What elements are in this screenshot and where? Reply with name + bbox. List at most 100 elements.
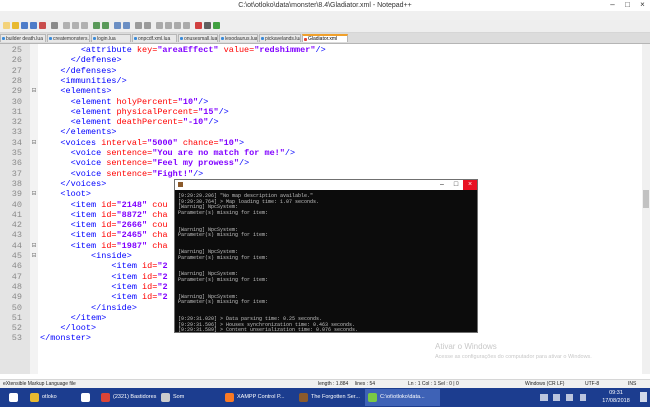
file-tab[interactable]: lesodaurus.lua bbox=[219, 34, 258, 42]
taskbar-app-button[interactable]: The Forgotten Ser... bbox=[296, 389, 364, 406]
minimize-button[interactable]: – bbox=[605, 0, 620, 11]
zoom-in-icon[interactable] bbox=[135, 22, 142, 29]
line-number: 51 bbox=[11, 312, 22, 323]
fold-toggle-icon[interactable]: ⊟ bbox=[31, 251, 37, 261]
file-tab[interactable]: onpcdf.xml.lua bbox=[132, 34, 177, 42]
fold-toggle-icon[interactable]: ⊟ bbox=[31, 86, 37, 96]
action-center-icon[interactable] bbox=[640, 392, 647, 402]
code-token: id= bbox=[142, 261, 158, 272]
fold-toggle-icon[interactable]: ⊟ bbox=[31, 241, 37, 251]
code-text: <item id="8872" cha bbox=[40, 210, 168, 220]
file-icon bbox=[134, 37, 137, 40]
code-token: /> bbox=[284, 148, 296, 158]
toolbar bbox=[0, 20, 650, 33]
file-tab[interactable]: createmonsters.xml bbox=[47, 34, 90, 42]
volume-icon[interactable] bbox=[553, 394, 560, 401]
start-button[interactable] bbox=[3, 389, 25, 406]
taskbar-app-button[interactable]: otloko bbox=[27, 389, 77, 406]
play-macro-icon[interactable] bbox=[213, 22, 220, 29]
code-token: /> bbox=[315, 45, 326, 55]
console-maximize-button[interactable]: □ bbox=[449, 180, 463, 190]
code-token: id= bbox=[101, 220, 117, 231]
code-token: <item bbox=[111, 271, 143, 282]
code-line[interactable]: 30 <element holyPercent="10"/> bbox=[0, 97, 642, 107]
code-line[interactable]: 34 ⊟ <voices interval="5000" chance="10"> bbox=[0, 138, 642, 148]
undo-icon[interactable] bbox=[93, 22, 100, 29]
close-button[interactable]: × bbox=[635, 0, 650, 11]
replace-icon[interactable] bbox=[123, 22, 130, 29]
taskbar-app-button[interactable]: C:\ot\otloko\data... bbox=[365, 389, 440, 406]
taskbar-app-button[interactable]: XAMPP Control P... bbox=[222, 389, 295, 406]
scrollbar-thumb[interactable] bbox=[643, 190, 649, 208]
console-close-button[interactable]: × bbox=[463, 180, 477, 190]
network-icon[interactable] bbox=[540, 394, 548, 401]
code-text: <attribute key="areaEffect" value="redsh… bbox=[40, 45, 326, 55]
server-console-window[interactable]: – □ × [9:29:29.206] "No map description … bbox=[174, 179, 478, 333]
code-token: value= bbox=[223, 45, 255, 55]
show-symbols-icon[interactable] bbox=[174, 22, 181, 29]
taskbar-app-button[interactable]: (2321) Bastidores ... bbox=[98, 389, 157, 406]
new-file-icon[interactable] bbox=[3, 22, 10, 29]
file-tab[interactable]: onusesmall.lua bbox=[178, 34, 218, 42]
copy-icon[interactable] bbox=[72, 22, 79, 29]
zoom-out-icon[interactable] bbox=[144, 22, 151, 29]
code-line[interactable]: 25 <attribute key="areaEffect" value="re… bbox=[0, 45, 642, 55]
stop-macro-icon[interactable] bbox=[204, 22, 211, 29]
indent-guide-icon[interactable] bbox=[183, 22, 190, 29]
battery-icon[interactable] bbox=[580, 394, 586, 401]
code-text: <voices interval="5000" chance="10"> bbox=[40, 138, 244, 148]
code-line[interactable]: 26 </defense> bbox=[0, 55, 642, 65]
redo-icon[interactable] bbox=[102, 22, 109, 29]
fold-toggle-icon[interactable]: ⊟ bbox=[31, 138, 37, 148]
console-minimize-button[interactable]: – bbox=[435, 180, 449, 190]
line-number: 37 bbox=[11, 168, 22, 179]
fold-toggle-icon[interactable]: ⊟ bbox=[31, 189, 37, 199]
file-tab[interactable]: builder death.lua bbox=[0, 34, 46, 42]
code-line[interactable]: 29 ⊟ <elements> bbox=[0, 86, 642, 96]
find-icon[interactable] bbox=[114, 22, 121, 29]
code-line[interactable]: 28 <immunities/> bbox=[0, 76, 642, 86]
file-tab-label: onusesmall.lua bbox=[184, 36, 218, 42]
save-all-icon[interactable] bbox=[30, 22, 37, 29]
save-icon[interactable] bbox=[21, 22, 28, 29]
code-line[interactable]: 36 <voice sentence="Feel my prowess"/> bbox=[0, 158, 642, 168]
file-tab[interactable]: Gladiator.xml bbox=[302, 34, 348, 42]
code-token: <element bbox=[70, 106, 117, 117]
close-file-icon[interactable] bbox=[39, 22, 46, 29]
code-text: <voice sentence="Fight!"/> bbox=[40, 169, 204, 179]
code-line[interactable]: 32 <element deathPercent="-10"/> bbox=[0, 117, 642, 127]
line-number: 39 bbox=[11, 189, 22, 200]
vertical-scrollbar[interactable] bbox=[642, 44, 650, 374]
code-line[interactable]: 35 <voice sentence="You are no match for… bbox=[0, 148, 642, 158]
taskbar-clock[interactable]: 09:31 17/08/2018 bbox=[596, 389, 636, 405]
print-icon[interactable] bbox=[51, 22, 58, 29]
taskbar-app-button[interactable]: Som bbox=[158, 389, 221, 406]
file-tab[interactable]: pickavelands.lua bbox=[259, 34, 301, 42]
line-number: 30 bbox=[11, 96, 22, 107]
watermark-title: Ativar o Windows bbox=[435, 342, 497, 351]
cut-icon[interactable] bbox=[63, 22, 70, 29]
code-token: chance= bbox=[182, 137, 219, 148]
maximize-button[interactable]: □ bbox=[620, 0, 635, 11]
paste-icon[interactable] bbox=[81, 22, 88, 29]
code-line[interactable]: 37 <voice sentence="Fight!"/> bbox=[0, 169, 642, 179]
code-line[interactable]: 31 <element physicalPercent="15"/> bbox=[0, 107, 642, 117]
notification-flag-icon[interactable] bbox=[566, 394, 573, 401]
code-line[interactable]: 33 </elements> bbox=[0, 127, 642, 137]
word-wrap-icon[interactable] bbox=[165, 22, 172, 29]
line-number: 40 bbox=[11, 199, 22, 210]
open-folder-icon[interactable] bbox=[12, 22, 19, 29]
file-tab[interactable]: login.lua bbox=[91, 34, 131, 42]
code-token: "2 bbox=[157, 261, 168, 272]
taskbar-app-button[interactable] bbox=[78, 389, 97, 406]
sync-scroll-icon[interactable] bbox=[156, 22, 163, 29]
record-macro-icon[interactable] bbox=[195, 22, 202, 29]
code-line[interactable]: 27 </defenses> bbox=[0, 66, 642, 76]
code-token: <item bbox=[70, 209, 102, 220]
